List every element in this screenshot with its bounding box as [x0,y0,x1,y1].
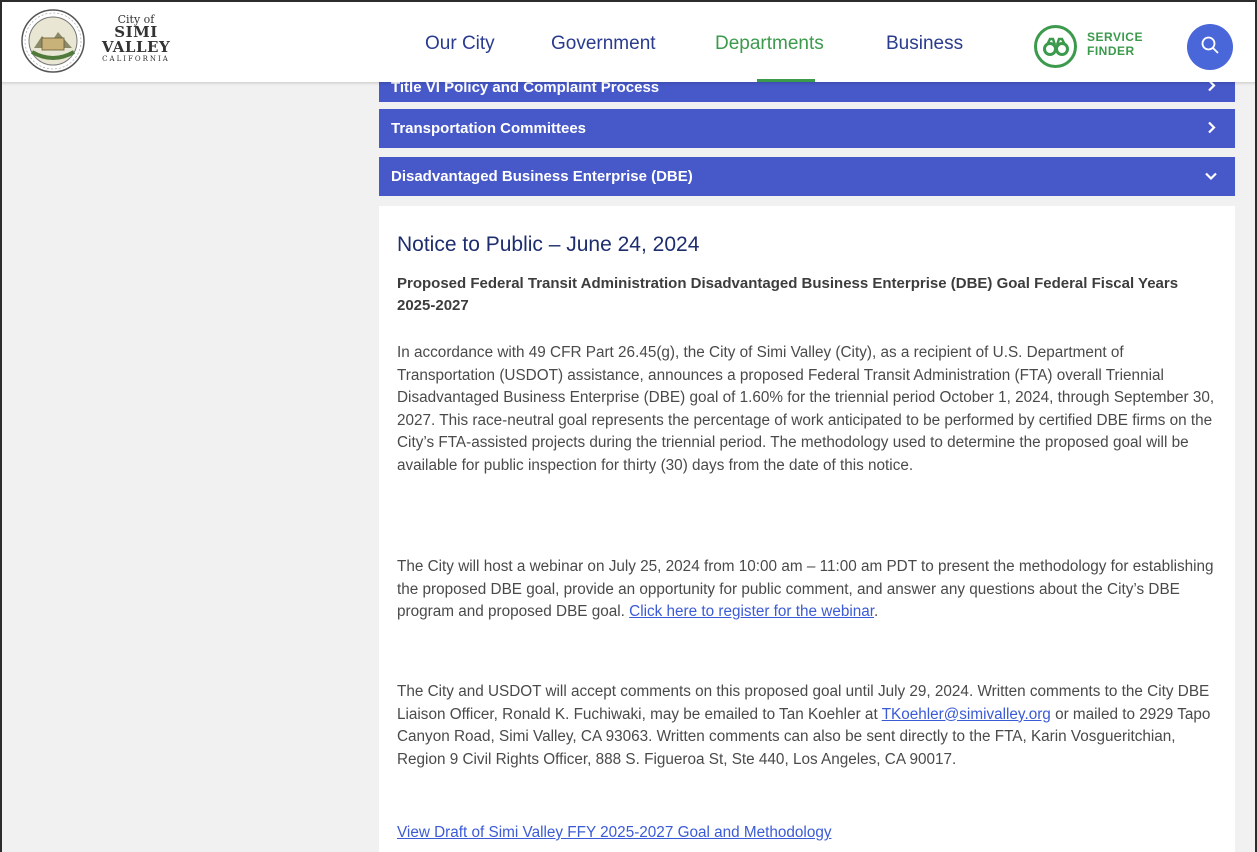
service-finder-line1: SERVICE [1087,30,1143,44]
email-link[interactable]: TKoehler@simivalley.org [882,706,1051,723]
paragraph-webinar: The City will host a webinar on July 25,… [397,556,1221,624]
chevron-down-icon [1205,168,1217,185]
window-border-top [0,0,1257,2]
goal-title: Proposed Federal Transit Administration … [397,275,1179,314]
wordmark-line3: VALLEY [101,38,171,56]
period: . [874,603,879,621]
nav-government[interactable]: Government [551,33,656,55]
accordion-dbe[interactable]: Disadvantaged Business Enterprise (DBE) [379,157,1235,196]
search-icon [1200,35,1220,59]
accordion-transportation-committees[interactable]: Transportation Committees [379,109,1235,148]
notice-title: Notice to Public – June 24, 2024 [397,233,700,256]
register-webinar-link[interactable]: Click here to register for the webinar [629,603,874,620]
dbe-content-panel: Notice to Public – June 24, 2024 Propose… [379,206,1235,852]
chevron-right-icon [1207,120,1217,137]
city-seal-logo[interactable] [20,8,86,74]
site-header: City of SIMI VALLEY CALIFORNIA Our City … [0,0,1257,82]
binoculars-icon[interactable] [1034,25,1077,68]
nav-business[interactable]: Business [886,33,963,55]
paragraph-comments: The City and USDOT will accept comments … [397,681,1221,771]
active-nav-indicator [757,79,815,82]
city-wordmark[interactable]: City of SIMI VALLEY CALIFORNIA [96,14,176,64]
accordion-label: Transportation Committees [391,120,587,137]
window-border-left [0,0,2,852]
view-draft-link[interactable]: View Draft of Simi Valley FFY 2025-2027 … [397,824,832,841]
service-finder-button[interactable]: SERVICE FINDER [1087,30,1143,58]
service-finder-line2: FINDER [1087,44,1135,58]
paragraph-draft: View Draft of Simi Valley FFY 2025-2027 … [397,822,1221,845]
nav-our-city[interactable]: Our City [425,33,495,55]
wordmark-line4: CALIFORNIA [102,55,170,63]
nav-departments[interactable]: Departments [715,33,824,55]
paragraph-announcement: In accordance with 49 CFR Part 26.45(g),… [397,344,1215,474]
search-button[interactable] [1187,24,1233,70]
accordion-label: Disadvantaged Business Enterprise (DBE) [391,168,693,185]
